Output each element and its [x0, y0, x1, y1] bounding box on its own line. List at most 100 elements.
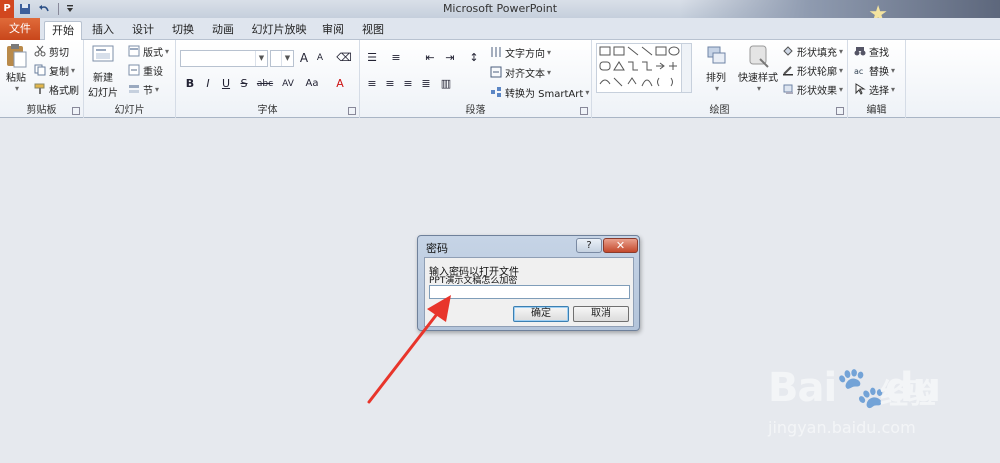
dialog-launcher-icon[interactable]	[348, 107, 356, 115]
character-spacing-button[interactable]: AV	[278, 76, 298, 92]
format-painter-button[interactable]: 格式刷	[34, 82, 79, 97]
text-direction-button[interactable]: 文字方向 ▾	[490, 45, 551, 60]
align-center-icon[interactable]: ≡	[382, 76, 398, 92]
strikethrough-button[interactable]: S	[236, 76, 252, 92]
line-spacing-icon[interactable]: ↕	[466, 50, 482, 66]
tab-animations[interactable]: 动画	[206, 21, 240, 40]
quick-styles-button[interactable]: 快速样式 ▾	[738, 43, 778, 93]
chevron-down-icon: ▾	[155, 84, 160, 94]
shrink-font-button[interactable]: A	[312, 50, 328, 66]
chevron-down-icon: ▾	[14, 84, 19, 93]
clear-format-icon[interactable]: ⌫	[336, 50, 352, 66]
paste-button[interactable]: 粘贴 ▾	[2, 43, 30, 93]
dialog-launcher-icon[interactable]	[72, 107, 80, 115]
tab-view[interactable]: 视图	[356, 21, 390, 40]
ribbon: 粘贴 ▾ 剪切 复制 ▾ 格式刷 剪贴板 新建 幻灯片 版式 ▾ 重设 节 ▾ …	[0, 40, 1000, 118]
group-label-slides: 幻灯片	[114, 105, 145, 116]
quick-styles-label: 快速样式	[738, 73, 778, 84]
paint-bucket-icon	[782, 45, 794, 57]
bold-button[interactable]: B	[182, 76, 198, 92]
font-size-combo[interactable]: ▼	[270, 50, 294, 67]
justify-icon[interactable]: ≣	[418, 76, 434, 92]
shape-outline-button[interactable]: 形状轮廓 ▾	[782, 63, 844, 78]
chevron-down-icon: ▾	[71, 65, 76, 75]
group-label-clipboard: 剪贴板	[26, 105, 57, 116]
password-input[interactable]	[429, 285, 630, 299]
shapes-gallery[interactable]	[596, 43, 692, 93]
chevron-down-icon[interactable]: ▼	[281, 51, 293, 66]
chevron-down-icon: ▾	[839, 65, 844, 75]
tab-review[interactable]: 审阅	[316, 21, 350, 40]
tab-home[interactable]: 开始	[44, 21, 82, 40]
tab-design[interactable]: 设计	[126, 21, 160, 40]
reset-icon	[128, 64, 140, 76]
font-color-button[interactable]: A	[332, 76, 348, 92]
layout-button[interactable]: 版式 ▾	[128, 44, 170, 59]
tab-file[interactable]: 文件	[0, 18, 40, 40]
cut-label: 剪切	[49, 47, 69, 59]
watermark-url: jingyan.baidu.com	[768, 418, 916, 437]
help-button[interactable]: ?	[576, 238, 602, 253]
shape-effects-icon	[782, 83, 794, 95]
svg-text:ac: ac	[854, 67, 863, 76]
chevron-down-icon: ▾	[165, 46, 170, 56]
chevron-down-icon: ▾	[756, 84, 761, 93]
section-button[interactable]: 节 ▾	[128, 82, 160, 97]
chevron-down-icon: ▾	[714, 84, 719, 93]
dialog-launcher-icon[interactable]	[836, 107, 844, 115]
layout-icon	[128, 45, 140, 57]
align-text-label: 对齐文本	[505, 68, 545, 80]
gallery-scrollbar[interactable]	[681, 44, 691, 92]
arrange-button[interactable]: 排列 ▾	[702, 43, 730, 93]
copy-button[interactable]: 复制 ▾	[34, 63, 76, 78]
shape-effects-button[interactable]: 形状效果 ▾	[782, 82, 843, 97]
password-dialog: 密码 ? ✕ 输入密码以打开文件 PPT演示文稿怎么加密 确定 取消	[417, 235, 640, 331]
dialog-launcher-icon[interactable]	[580, 107, 588, 115]
reset-button[interactable]: 重设	[128, 63, 163, 78]
cut-button[interactable]: 剪切	[34, 44, 69, 59]
dialog-body: 输入密码以打开文件 PPT演示文稿怎么加密 确定 取消	[424, 257, 634, 327]
window-title: Microsoft PowerPoint	[442, 2, 558, 15]
cancel-button[interactable]: 取消	[573, 306, 629, 322]
close-button[interactable]: ✕	[603, 238, 638, 253]
group-label-editing: 编辑	[866, 105, 887, 116]
cursor-arrow-icon	[854, 83, 866, 95]
find-button[interactable]: 查找	[854, 44, 889, 59]
layout-label: 版式	[143, 47, 163, 59]
arrange-icon	[707, 46, 726, 64]
chevron-down-icon[interactable]: ▼	[255, 51, 267, 66]
new-slide-button[interactable]: 新建 幻灯片	[88, 43, 118, 99]
copy-icon	[34, 64, 46, 76]
tab-transitions[interactable]: 切换	[166, 21, 200, 40]
shape-fill-button[interactable]: 形状填充 ▾	[782, 44, 843, 59]
group-label-paragraph: 段落	[465, 105, 486, 116]
select-label: 选择	[869, 85, 889, 97]
align-left-icon[interactable]: ≡	[364, 76, 380, 92]
shape-outline-label: 形状轮廓	[797, 66, 837, 78]
smartart-label: 转换为 SmartArt	[505, 88, 584, 100]
ok-button[interactable]: 确定	[513, 306, 569, 322]
align-text-button[interactable]: 对齐文本 ▾	[490, 65, 551, 80]
baidu-jingyan-watermark: Bai🐾du 经验 jingyan.baidu.com	[768, 350, 968, 450]
group-label-drawing: 绘图	[709, 105, 730, 116]
underline-button[interactable]: U	[218, 76, 234, 92]
shape-effects-label: 形状效果	[797, 85, 837, 97]
align-right-icon[interactable]: ≡	[400, 76, 416, 92]
italic-button[interactable]: I	[200, 76, 216, 92]
decrease-indent-icon[interactable]: ⇤	[422, 50, 438, 66]
change-case-button[interactable]: Aa	[302, 76, 322, 92]
tab-slideshow[interactable]: 幻灯片放映	[248, 21, 310, 40]
grow-font-button[interactable]: A	[296, 50, 312, 66]
chevron-down-icon: ▾	[891, 65, 896, 75]
replace-button[interactable]: ac 替换 ▾	[854, 63, 896, 78]
shadow-text-button[interactable]: abc	[254, 76, 276, 92]
select-button[interactable]: 选择 ▾	[854, 82, 895, 97]
numbering-icon[interactable]: ≡	[388, 50, 404, 66]
tab-insert[interactable]: 插入	[86, 21, 120, 40]
bullets-icon[interactable]: ☰	[364, 50, 380, 66]
increase-indent-icon[interactable]: ⇥	[442, 50, 458, 66]
font-name-combo[interactable]: ▼	[180, 50, 268, 67]
section-icon	[128, 83, 140, 95]
convert-smartart-button[interactable]: 转换为 SmartArt ▾	[490, 85, 589, 100]
columns-icon[interactable]: ▥	[438, 76, 454, 92]
